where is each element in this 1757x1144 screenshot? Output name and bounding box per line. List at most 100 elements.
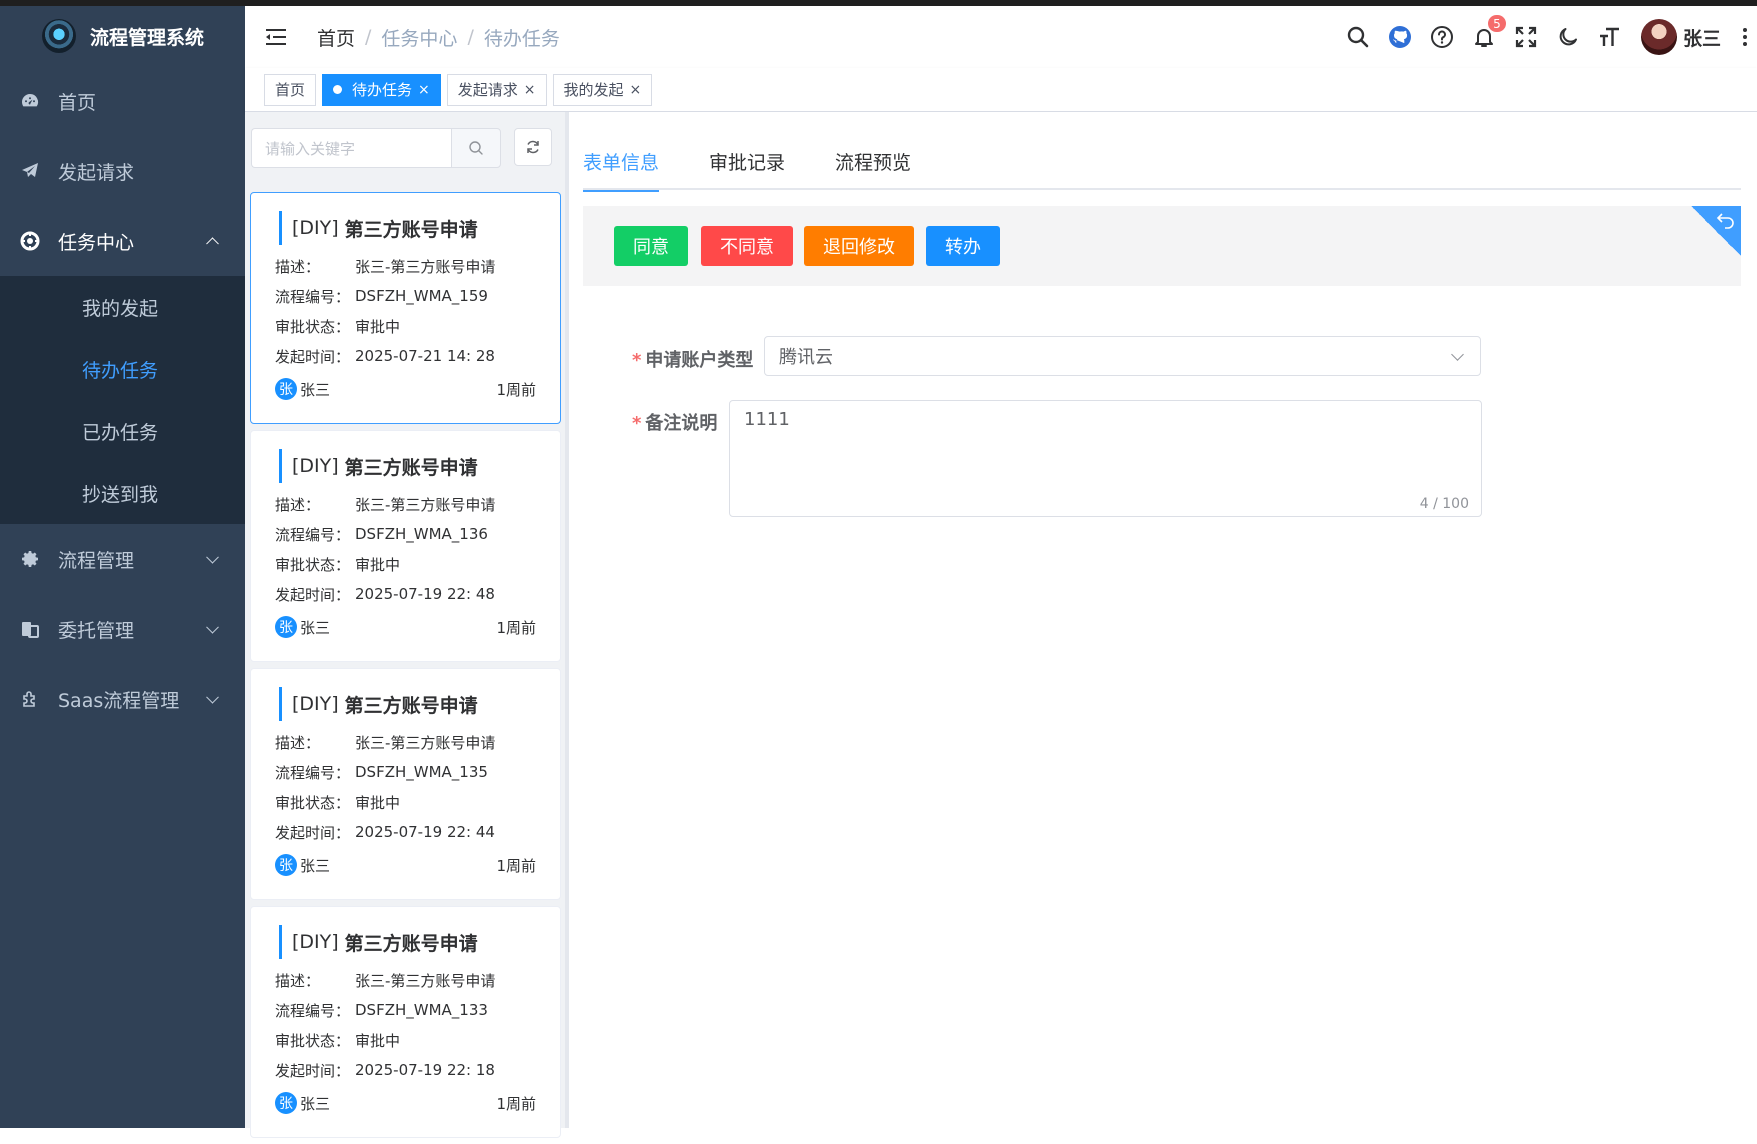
keyword-search-input[interactable]: 请输入关键字	[251, 128, 451, 168]
task-user: 张三	[300, 380, 331, 399]
remark-textarea[interactable]: 1111 4 / 100	[729, 400, 1482, 517]
task-status: 审批中	[355, 1031, 401, 1050]
chevron-down-icon	[1451, 348, 1464, 361]
transfer-button[interactable]: 转办	[926, 226, 1000, 266]
account-type-label-text: 申请账户类型	[645, 350, 754, 371]
task-status-row: 审批状态： 审批中	[275, 311, 560, 341]
return-for-revision-button[interactable]: 退回修改	[804, 226, 914, 266]
task-code-row: 流程编号： DSFZH_WMA_135	[275, 757, 560, 787]
task-desc: 张三-第三方账号申请	[355, 257, 496, 276]
task-status-row: 审批状态： 审批中	[275, 1025, 560, 1055]
sidebar-item-delegation[interactable]: 委托管理	[0, 594, 245, 664]
detail-tabs: 表单信息 审批记录 流程预览	[583, 148, 1741, 192]
task-desc-row: 描述： 张三-第三方账号申请	[275, 489, 560, 519]
github-button[interactable]	[1379, 6, 1421, 68]
task-code: DSFZH_WMA_133	[355, 1001, 488, 1019]
task-code-label: 流程编号：	[275, 763, 351, 782]
breadcrumb: 首页 / 任务中心 / 待办任务	[317, 24, 560, 51]
sidebar-item-task-center[interactable]: 任务中心	[0, 206, 245, 276]
task-desc: 张三-第三方账号申请	[355, 495, 496, 514]
navbar-right: 5 张三	[1337, 6, 1757, 68]
task-desc-row: 描述： 张三-第三方账号申请	[275, 251, 560, 281]
task-center-icon	[20, 231, 40, 251]
search-submit-button[interactable]	[451, 128, 501, 168]
search-button[interactable]	[1337, 6, 1379, 68]
tag-start-request[interactable]: 发起请求 ×	[446, 73, 547, 106]
sidebar-item-home[interactable]: 首页	[0, 66, 245, 136]
task-time-ago: 1周前	[496, 380, 536, 399]
theme-toggle-button[interactable]	[1547, 6, 1589, 68]
tag-home[interactable]: 首页	[264, 73, 317, 106]
approval-action-bar: 同意 不同意 退回修改 转办	[583, 206, 1741, 286]
close-icon[interactable]: ×	[630, 83, 642, 97]
account-type-value: 腾讯云	[779, 347, 833, 368]
sidebar-item-label: 发起请求	[58, 161, 135, 184]
sidebar-item-done-tasks[interactable]: 已办任务	[0, 400, 245, 462]
task-card-footer: 张 张三 1周前	[275, 377, 536, 401]
username[interactable]: 张三	[1683, 24, 1721, 51]
account-type-select[interactable]: 腾讯云	[764, 336, 1481, 376]
help-button[interactable]	[1421, 6, 1463, 68]
task-desc-row: 描述： 张三-第三方账号申请	[275, 727, 560, 757]
task-prefix: [DIY]	[292, 217, 339, 239]
active-dot-icon	[333, 85, 343, 94]
task-code: DSFZH_WMA_159	[355, 287, 488, 305]
task-prefix: [DIY]	[292, 455, 339, 477]
dashboard-icon	[20, 91, 40, 111]
task-time: 2025-07-19 22: 48	[355, 585, 495, 603]
tag-todo-tasks[interactable]: 待办任务 ×	[322, 73, 441, 106]
task-desc: 张三-第三方账号申请	[355, 971, 496, 990]
close-icon[interactable]: ×	[524, 83, 536, 97]
sidebar-item-saas-process[interactable]: Saas流程管理	[0, 664, 245, 734]
task-card[interactable]: [DIY] 第三方账号申请 描述： 张三-第三方账号申请 流程编号： DSFZH_W…	[250, 906, 561, 1138]
search-icon	[469, 141, 483, 155]
task-card[interactable]: [DIY] 第三方账号申请 描述： 张三-第三方账号申请 流程编号： DSFZH_W…	[250, 192, 561, 424]
fullscreen-button[interactable]	[1505, 6, 1547, 68]
question-circle-icon	[1430, 26, 1453, 48]
sidebar-item-process-management[interactable]: 流程管理	[0, 524, 245, 594]
task-prefix: [DIY]	[292, 931, 339, 953]
close-icon[interactable]: ×	[418, 83, 430, 97]
task-card-footer: 张 张三 1周前	[275, 853, 536, 877]
sidebar: 流程管理系统 首页 发起请求 任务中心 我的发起 待办任务 已办任务 抄送到我 …	[0, 6, 245, 1128]
avatar[interactable]	[1640, 19, 1677, 55]
approve-button[interactable]: 同意	[614, 226, 688, 266]
task-list-panel: 请输入关键字 [DIY] 第三方账号申请 描述： 张三-第三方账号申请 流程编号：…	[245, 112, 565, 1138]
sidebar-item-start-request[interactable]: 发起请求	[0, 136, 245, 206]
task-status: 审批中	[355, 317, 401, 336]
task-time: 2025-07-21 14: 28	[355, 347, 495, 365]
breadcrumb-home[interactable]: 首页	[317, 24, 355, 51]
sidebar-item-todo-tasks[interactable]: 待办任务	[0, 338, 245, 400]
refresh-button[interactable]	[514, 128, 552, 166]
task-time-row: 发起时间： 2025-07-19 22: 44	[275, 817, 560, 847]
task-status-label: 审批状态：	[275, 793, 351, 812]
task-card[interactable]: [DIY] 第三方账号申请 描述： 张三-第三方账号申请 流程编号： DSFZH_W…	[250, 668, 561, 900]
task-time-label: 发起时间：	[275, 823, 351, 842]
tab-form-info[interactable]: 表单信息	[583, 148, 660, 192]
form-row-remark: * 备注说明	[632, 409, 717, 435]
task-card-title: [DIY] 第三方账号申请	[279, 449, 560, 483]
form-row-account-type: * 申请账户类型	[632, 346, 753, 372]
back-corner-button[interactable]	[1691, 206, 1741, 256]
sidebar-item-cc-to-me[interactable]: 抄送到我	[0, 462, 245, 524]
logo[interactable]: 流程管理系统	[0, 6, 245, 66]
notification-button[interactable]: 5	[1463, 6, 1507, 68]
menu-fold-icon	[266, 29, 286, 45]
sidebar-item-my-initiated[interactable]: 我的发起	[0, 276, 245, 338]
hamburger-toggle[interactable]	[265, 25, 289, 49]
font-size-button[interactable]	[1589, 6, 1631, 68]
task-status-label: 审批状态：	[275, 1031, 351, 1050]
task-time-ago: 1周前	[496, 856, 536, 875]
tag-my-initiated[interactable]: 我的发起 ×	[552, 73, 653, 106]
tab-process-preview[interactable]: 流程预览	[835, 148, 911, 190]
task-user: 张三	[300, 618, 331, 637]
task-time-ago: 1周前	[496, 618, 536, 637]
task-card[interactable]: [DIY] 第三方账号申请 描述： 张三-第三方账号申请 流程编号： DSFZH_W…	[250, 430, 561, 662]
task-time-label: 发起时间：	[275, 1061, 351, 1080]
task-time-row: 发起时间： 2025-07-21 14: 28	[275, 341, 560, 371]
task-code: DSFZH_WMA_136	[355, 525, 488, 543]
task-card-footer: 张 张三 1周前	[275, 1091, 536, 1115]
tab-approval-record[interactable]: 审批记录	[709, 148, 785, 190]
reject-button[interactable]: 不同意	[701, 226, 793, 266]
more-vertical-icon[interactable]	[1735, 28, 1755, 46]
